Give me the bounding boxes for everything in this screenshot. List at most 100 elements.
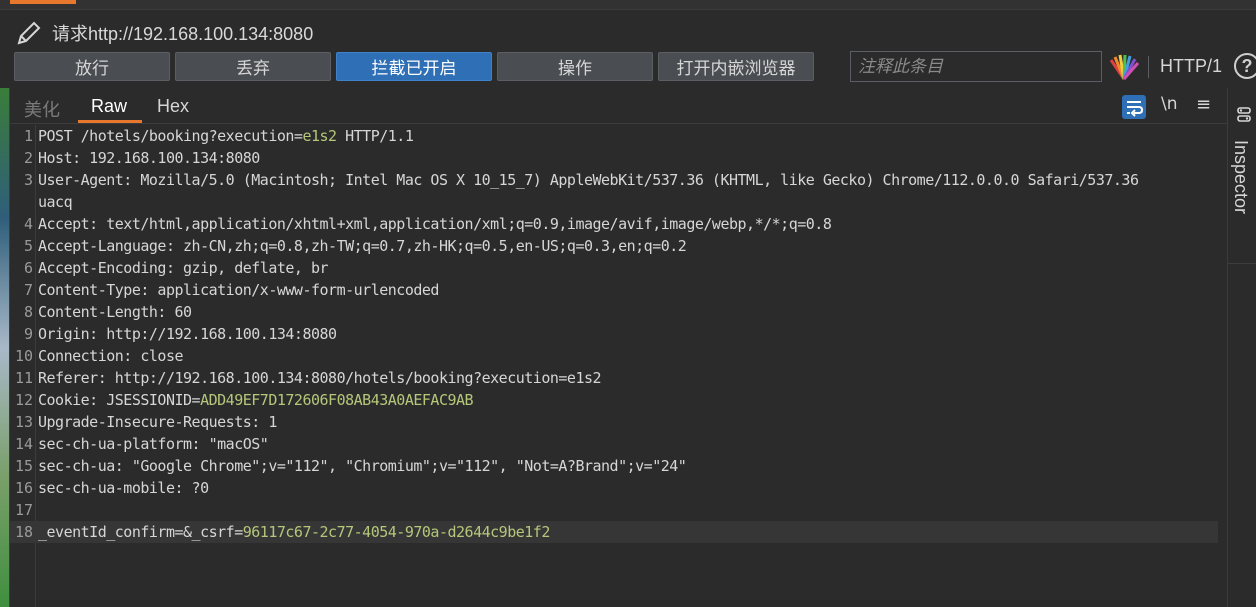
text-segment: _eventId_confirm=&_csrf=	[38, 523, 243, 541]
action-button[interactable]: 操作	[497, 52, 653, 81]
line-text: User-Agent: Mozilla/5.0 (Macintosh; Inte…	[38, 169, 1139, 191]
text-segment: Connection: close	[38, 347, 184, 365]
comment-input[interactable]	[850, 51, 1102, 82]
inspector-panel: Inspector	[1227, 88, 1256, 607]
request-line[interactable]: 14 sec-ch-ua-platform: "macOS"	[10, 433, 1218, 455]
line-text: Content-Type: application/x-www-form-url…	[38, 279, 439, 301]
open-browser-button[interactable]: 打开内嵌浏览器	[658, 52, 814, 81]
request-line[interactable]: uacq	[10, 191, 1218, 213]
tab-pretty[interactable]: 美化	[24, 96, 60, 122]
request-line[interactable]: 2 Host: 192.168.100.134:8080	[10, 147, 1218, 169]
text-segment: Accept-Language: zh-CN,zh;q=0.8,zh-TW;q=…	[38, 237, 687, 255]
newline-toggle-icon[interactable]: \n	[1161, 94, 1178, 114]
text-segment: Referer: http://192.168.100.134:8080/hot…	[38, 369, 602, 387]
request-header: 请求http://192.168.100.134:8080	[0, 10, 1256, 50]
inspector-tab[interactable]: Inspector	[1230, 140, 1251, 214]
word-wrap-icon[interactable]	[1122, 95, 1146, 119]
editor-menu-icon[interactable]: ≡	[1196, 94, 1211, 115]
line-number: 8	[23, 303, 33, 321]
request-line[interactable]: 4 Accept: text/html,application/xhtml+xml…	[10, 213, 1218, 235]
tab-hex[interactable]: Hex	[157, 96, 189, 117]
highlight-color-icon[interactable]	[1107, 52, 1141, 82]
line-number: 15	[14, 457, 33, 475]
request-line[interactable]: 18 _eventId_confirm=&_csrf=96117c67-2c77-…	[10, 521, 1218, 543]
request-line[interactable]: 12 Cookie: JSESSIONID=ADD49EF7D172606F08A…	[10, 389, 1218, 411]
line-text: Accept: text/html,application/xhtml+xml,…	[38, 213, 832, 235]
request-line[interactable]: 16 sec-ch-ua-mobile: ?0	[10, 477, 1218, 499]
text-segment: Accept-Encoding: gzip, deflate, br	[38, 259, 329, 277]
text-segment: User-Agent: Mozilla/5.0 (Macintosh; Inte…	[38, 171, 1139, 189]
text-segment: HTTP/1.1	[336, 127, 414, 145]
text-segment: sec-ch-ua: "Google Chrome";v="112", "Chr…	[38, 457, 687, 475]
line-number: 11	[14, 369, 33, 387]
line-text: Upgrade-Insecure-Requests: 1	[38, 411, 277, 433]
line-text: sec-ch-ua: "Google Chrome";v="112", "Chr…	[38, 455, 687, 477]
request-line[interactable]: 1 POST /hotels/booking?execution=e1s2 HTT…	[10, 125, 1218, 147]
text-segment: Host: 192.168.100.134:8080	[38, 149, 260, 167]
highlighted-value: e1s2	[302, 127, 337, 145]
http-version-label[interactable]: HTTP/1	[1160, 56, 1222, 77]
background-edge	[0, 88, 9, 607]
line-text: uacq	[38, 191, 73, 213]
request-line[interactable]: 9 Origin: http://192.168.100.134:8080	[10, 323, 1218, 345]
forward-button[interactable]: 放行	[14, 52, 170, 81]
line-number: 18	[14, 523, 33, 541]
text-segment: Content-Length: 60	[38, 303, 192, 321]
text-segment: Cookie: JSESSIONID=	[38, 391, 201, 409]
line-number: 14	[14, 435, 33, 453]
message-editor: 美化 Raw Hex \n ≡ 1 POST /hotels/booking?ex…	[9, 88, 1228, 607]
request-line[interactable]: 6 Accept-Encoding: gzip, deflate, br	[10, 257, 1218, 279]
line-text: Connection: close	[38, 345, 184, 367]
line-text: sec-ch-ua-platform: "macOS"	[38, 433, 269, 455]
line-text: Referer: http://192.168.100.134:8080/hot…	[38, 367, 602, 389]
line-number: 6	[23, 259, 33, 277]
editor-tabs: 美化 Raw Hex \n ≡	[10, 88, 1228, 124]
text-segment: Upgrade-Insecure-Requests: 1	[38, 413, 277, 431]
highlighted-value: ADD49EF7D172606F08AB43A0AEFAC9AB	[200, 391, 474, 409]
request-line[interactable]: 13 Upgrade-Insecure-Requests: 1	[10, 411, 1218, 433]
highlighted-value: 96117c67-2c77-4054-970a-d2644c9be1f2	[242, 523, 551, 541]
line-text: POST /hotels/booking?execution=e1s2 HTTP…	[38, 125, 414, 147]
intercept-toolbar: 放行 丢弃 拦截已开启 操作 打开内嵌浏览器 HTTP/1 ?	[0, 50, 1256, 86]
line-number: 10	[14, 347, 33, 365]
tab-raw[interactable]: Raw	[91, 96, 127, 117]
line-number: 16	[14, 479, 33, 497]
top-tab-strip	[0, 0, 1256, 10]
line-text: _eventId_confirm=&_csrf=96117c67-2c77-40…	[38, 521, 550, 543]
line-number: 7	[23, 281, 33, 299]
text-segment: POST /hotels/booking?execution=	[38, 127, 303, 145]
help-icon[interactable]: ?	[1234, 53, 1256, 79]
line-text: Accept-Encoding: gzip, deflate, br	[38, 257, 329, 279]
line-text: Host: 192.168.100.134:8080	[38, 147, 260, 169]
request-line[interactable]: 5 Accept-Language: zh-CN,zh;q=0.8,zh-TW;q…	[10, 235, 1218, 257]
intercept-toggle-button[interactable]: 拦截已开启	[336, 52, 492, 81]
request-line[interactable]: 8 Content-Length: 60	[10, 301, 1218, 323]
request-line[interactable]: 17	[10, 499, 1218, 521]
text-segment: uacq	[38, 193, 73, 211]
request-line[interactable]: 11 Referer: http://192.168.100.134:8080/h…	[10, 367, 1218, 389]
text-segment: sec-ch-ua-platform: "macOS"	[38, 435, 269, 453]
request-line[interactable]: 15 sec-ch-ua: "Google Chrome";v="112", "C…	[10, 455, 1218, 477]
request-line[interactable]: 10 Connection: close	[10, 345, 1218, 367]
request-title: 请求http://192.168.100.134:8080	[52, 24, 314, 44]
drop-button[interactable]: 丢弃	[175, 52, 331, 81]
line-text: sec-ch-ua-mobile: ?0	[38, 477, 209, 499]
line-number: 12	[14, 391, 33, 409]
line-text: Content-Length: 60	[38, 301, 192, 323]
inspector-divider	[1228, 263, 1256, 264]
request-line[interactable]: 3 User-Agent: Mozilla/5.0 (Macintosh; Int…	[10, 169, 1218, 191]
raw-request-text[interactable]: 1 POST /hotels/booking?execution=e1s2 HTT…	[10, 125, 1228, 607]
pencil-icon[interactable]	[14, 18, 44, 48]
request-line[interactable]: 7 Content-Type: application/x-www-form-ur…	[10, 279, 1218, 301]
burp-intercept-window: 请求http://192.168.100.134:8080 放行 丢弃 拦截已开…	[0, 0, 1256, 607]
line-number: 13	[14, 413, 33, 431]
text-segment: Origin: http://192.168.100.134:8080	[38, 325, 337, 343]
line-number: 1	[23, 127, 33, 145]
line-number: 2	[23, 149, 33, 167]
line-number: 5	[23, 237, 33, 255]
inspector-settings-icon[interactable]	[1236, 106, 1252, 124]
line-text: Cookie: JSESSIONID=ADD49EF7D172606F08AB4…	[38, 389, 474, 411]
text-segment: Content-Type: application/x-www-form-url…	[38, 281, 439, 299]
text-segment: sec-ch-ua-mobile: ?0	[38, 479, 209, 497]
toolbar-divider	[1148, 56, 1149, 78]
